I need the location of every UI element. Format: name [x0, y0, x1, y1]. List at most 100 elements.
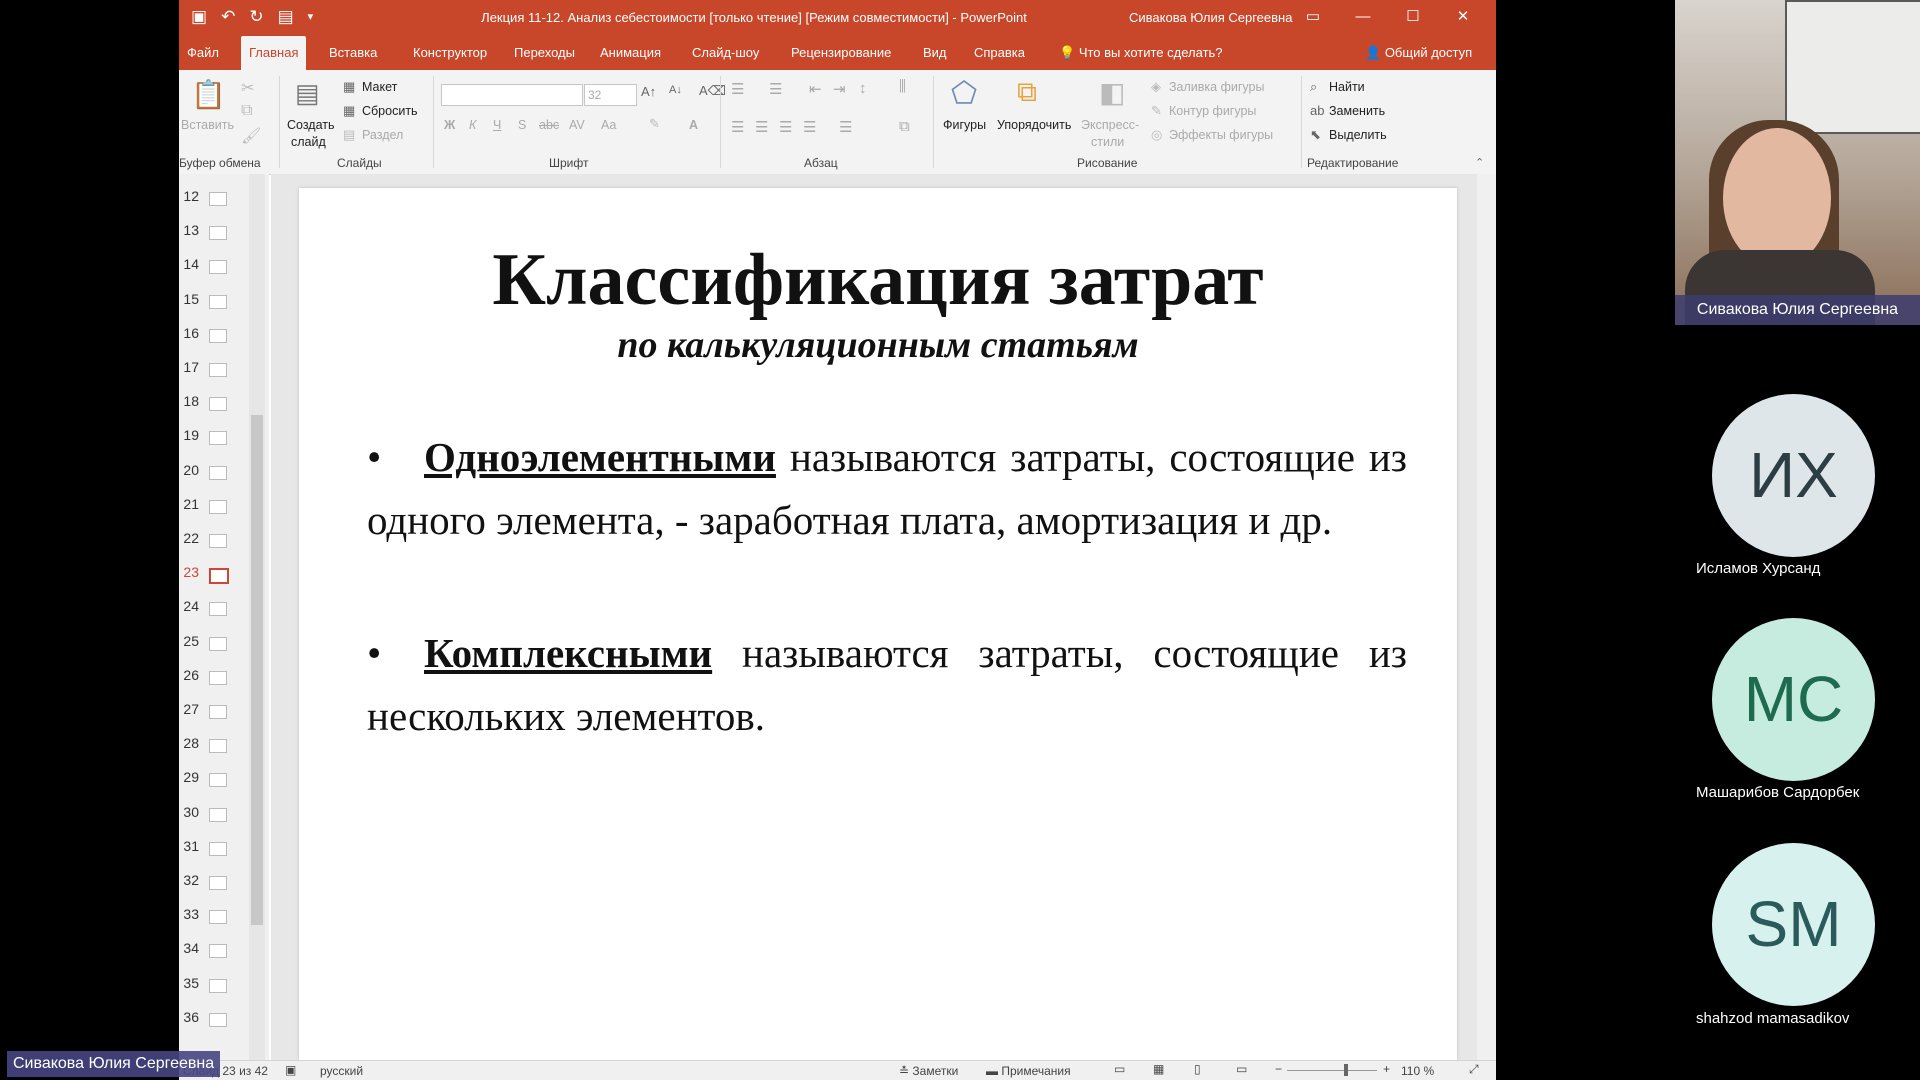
close-icon[interactable]: ✕	[1438, 4, 1488, 30]
find-button[interactable]: Найти	[1329, 80, 1365, 94]
format-painter-icon[interactable]: 🖌	[241, 126, 261, 146]
shape-outline-button[interactable]: Контур фигуры	[1169, 104, 1256, 118]
tab-insert[interactable]: Вставка	[321, 36, 385, 70]
arrange-icon[interactable]: ⧉	[1017, 76, 1037, 109]
account-name[interactable]: Сивакова Юлия Сергеевна	[1129, 10, 1292, 25]
strikethrough-button[interactable]: abc	[539, 118, 559, 132]
slide-scrollbar[interactable]	[1477, 174, 1496, 1060]
new-slide-label-1[interactable]: Создать	[287, 118, 335, 132]
slide-thumbnail[interactable]	[209, 499, 227, 514]
slide-thumbnail[interactable]	[209, 226, 227, 241]
slide-thumbnail[interactable]	[209, 328, 227, 343]
align-center-icon[interactable]: ☰	[755, 118, 768, 136]
font-name-input[interactable]	[441, 84, 583, 106]
slide-thumbnail[interactable]	[209, 465, 227, 480]
change-case-button[interactable]: Aa	[601, 118, 616, 132]
maximize-icon[interactable]: ☐	[1388, 4, 1438, 30]
participant-avatar[interactable]: SM	[1712, 843, 1875, 1006]
italic-button[interactable]: К	[469, 118, 476, 132]
slide-thumbnail[interactable]	[209, 841, 227, 856]
zoom-slider-track[interactable]	[1287, 1070, 1377, 1071]
language-indicator[interactable]: русский	[320, 1064, 363, 1078]
slide-thumbnail[interactable]	[209, 705, 227, 719]
minimize-icon[interactable]: —	[1338, 4, 1388, 30]
slide-thumbnail[interactable]	[209, 1012, 227, 1027]
save-icon[interactable]: ▣	[191, 6, 207, 28]
quick-styles-label-2[interactable]: стили	[1091, 135, 1124, 149]
shape-effects-icon[interactable]: ◎	[1151, 127, 1162, 143]
share-button[interactable]: 👤 Общий доступ	[1357, 36, 1480, 70]
bullets-icon[interactable]: ☰	[731, 80, 744, 98]
smartart-icon[interactable]: ⧉	[899, 118, 910, 135]
ribbon-display-icon[interactable]: ▭	[1288, 4, 1338, 30]
slide-thumbnail[interactable]	[209, 739, 227, 754]
quick-styles-icon[interactable]: ◧	[1099, 76, 1125, 109]
customize-toolbar-icon[interactable]: ▾	[308, 6, 314, 28]
start-slideshow-icon[interactable]: ▤	[278, 6, 294, 28]
slide-thumbnail[interactable]	[209, 910, 227, 925]
layout-icon[interactable]: ▦	[343, 79, 355, 95]
tab-transitions[interactable]: Переходы	[506, 36, 583, 70]
slide-thumbnail[interactable]	[209, 260, 227, 275]
arrange-button[interactable]: Упорядочить	[997, 118, 1071, 132]
clear-format-icon[interactable]: A⌫	[699, 83, 726, 99]
slide-thumbnail[interactable]	[209, 944, 227, 959]
zoom-in-icon[interactable]: +	[1383, 1062, 1390, 1076]
shadow-button[interactable]: S	[518, 118, 526, 132]
tab-slideshow[interactable]: Слайд-шоу	[684, 36, 767, 70]
new-slide-label-2[interactable]: слайд	[291, 135, 326, 149]
align-left-icon[interactable]: ☰	[731, 118, 744, 136]
tab-file[interactable]: Файл	[179, 36, 227, 70]
columns-icon[interactable]: ⫼	[899, 78, 906, 95]
align-right-icon[interactable]: ☰	[779, 118, 792, 136]
collapse-ribbon-icon[interactable]: ⌃	[1475, 156, 1484, 169]
slide-title[interactable]: Классификация затрат	[299, 238, 1457, 323]
increase-indent-icon[interactable]: ⇥	[833, 80, 846, 98]
shape-effects-button[interactable]: Эффекты фигуры	[1169, 128, 1273, 142]
numbering-icon[interactable]: ☰	[769, 80, 782, 98]
slide-thumbnail[interactable]	[209, 363, 227, 377]
align-text-icon[interactable]: ☰	[839, 118, 852, 136]
shapes-button[interactable]: Фигуры	[943, 118, 986, 132]
shape-fill-button[interactable]: Заливка фигуры	[1169, 80, 1264, 94]
reading-view-icon[interactable]: ▯	[1194, 1062, 1201, 1076]
slide-thumbnail[interactable]	[209, 602, 227, 617]
replace-button[interactable]: Заменить	[1329, 104, 1385, 118]
participant-avatar[interactable]: ИХ	[1712, 394, 1875, 557]
justify-icon[interactable]: ☰	[803, 118, 816, 136]
slide-thumbnail[interactable]	[209, 978, 227, 993]
bullet-paragraph-2[interactable]: • Комплексными называются затраты, состоя…	[367, 622, 1407, 748]
shape-outline-icon[interactable]: ✎	[1151, 103, 1162, 119]
slide-thumbnail[interactable]	[209, 670, 227, 685]
fit-to-window-icon[interactable]: ⤢	[1469, 1062, 1479, 1077]
slide-canvas[interactable]: Классификация затрат по калькуляционным …	[299, 188, 1457, 1060]
slide-thumbnail[interactable]	[209, 431, 227, 446]
decrease-indent-icon[interactable]: ⇤	[809, 80, 822, 98]
undo-icon[interactable]: ↶	[221, 6, 235, 28]
slide-thumbnail[interactable]	[209, 876, 227, 890]
notes-button[interactable]: ≛ Заметки	[899, 1064, 958, 1078]
underline-button[interactable]: Ч	[493, 118, 501, 132]
layout-button[interactable]: Макет	[362, 80, 397, 94]
quick-styles-label-1[interactable]: Экспресс-	[1081, 118, 1139, 132]
slide-thumbnail[interactable]	[209, 636, 227, 651]
reset-icon[interactable]: ▦	[343, 103, 355, 119]
spellcheck-icon[interactable]: ▣	[285, 1063, 296, 1077]
tab-review[interactable]: Рецензирование	[783, 36, 899, 70]
replace-icon[interactable]: ab	[1310, 103, 1324, 118]
slide-thumbnail[interactable]	[209, 192, 227, 206]
slide-thumbnail[interactable]	[209, 534, 227, 548]
slideshow-view-icon[interactable]: ▭	[1236, 1062, 1247, 1076]
font-color-button[interactable]: A	[689, 118, 698, 132]
copy-icon[interactable]: ⧉	[241, 102, 252, 120]
grow-font-icon[interactable]: A↑	[641, 84, 656, 99]
comments-button[interactable]: ▬ Примечания	[986, 1064, 1071, 1078]
slide-thumbnail[interactable]	[209, 397, 227, 412]
shapes-icon[interactable]: ⬠	[951, 76, 977, 111]
thumbnail-scrollbar-thumb[interactable]	[251, 415, 263, 925]
slide-subtitle[interactable]: по калькуляционным статьям	[299, 323, 1457, 367]
cut-icon[interactable]: ✂	[241, 78, 254, 98]
zoom-level[interactable]: 110 %	[1401, 1064, 1434, 1078]
section-button[interactable]: Раздел	[362, 128, 403, 142]
new-slide-icon[interactable]: ▤	[295, 78, 320, 109]
